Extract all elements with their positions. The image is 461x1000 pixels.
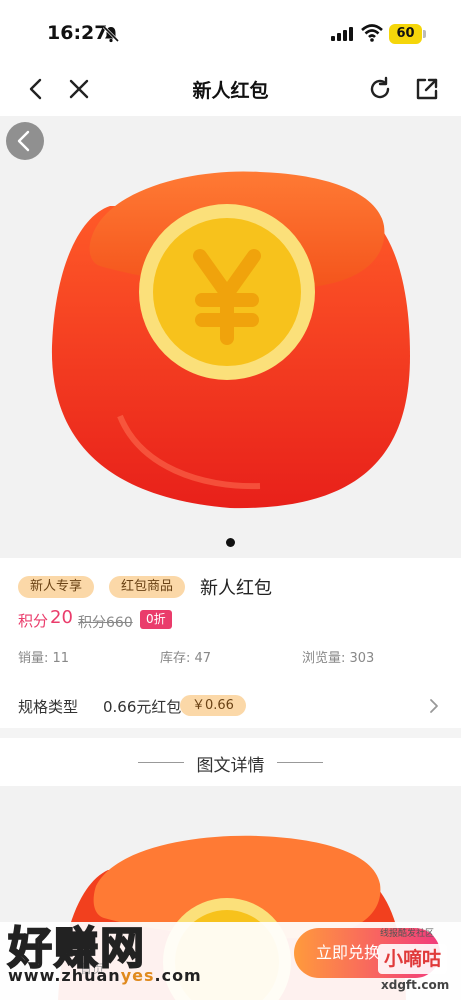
status-bar: 16:27 60: [0, 0, 461, 62]
nav-bar: 新人红包: [0, 62, 461, 116]
product-image-carousel[interactable]: [0, 116, 461, 558]
watermark-url-right: xdgft.com: [381, 978, 450, 992]
spec-row[interactable]: 规格类型 0.66元红包 ￥0.66: [0, 682, 461, 728]
status-time: 16:27: [47, 22, 108, 44]
red-envelope-illustration: [51, 171, 411, 509]
price-label: 积分: [18, 612, 49, 630]
chevron-right-icon: [430, 699, 438, 713]
spec-label: 规格类型: [18, 698, 79, 716]
spec-price-badge: ￥0.66: [180, 695, 246, 716]
signal-icon: [331, 27, 353, 41]
spec-value: 0.66元红包: [103, 698, 182, 716]
sales-count: 销量: 11: [18, 651, 70, 666]
details-title: 图文详情: [196, 756, 265, 776]
bell-slash-icon: [102, 25, 120, 43]
tag-red-packet: 红包商品: [109, 576, 186, 598]
battery-icon: 60: [389, 24, 422, 44]
views-count: 浏览量: 303: [302, 651, 375, 666]
price-value: 20: [50, 607, 73, 628]
carousel-dot[interactable]: [226, 538, 235, 547]
battery-tip: [423, 30, 426, 38]
refresh-icon[interactable]: [366, 75, 394, 103]
tag-new-user: 新人专享: [18, 576, 95, 598]
original-price: 积分660: [78, 615, 133, 631]
details-header: 图文详情: [0, 738, 461, 786]
watermark-logo-right: 小嘀咕: [378, 944, 448, 974]
watermark-caption-right: 线报酷发社区: [380, 929, 435, 939]
product-title: 新人红包: [200, 578, 272, 599]
watermark-url-part-b: yes: [120, 966, 155, 985]
stock-count: 库存: 47: [160, 651, 212, 666]
divider-right: [277, 762, 323, 763]
image-back-icon[interactable]: [6, 122, 44, 160]
watermark-url-part-c: .com: [154, 966, 202, 985]
product-info: 新人专享 红包商品 新人红包 积分 20 积分660 0折 销量: 11 库存:…: [0, 558, 461, 728]
watermark-url-left: www.zhuanyes.com: [8, 966, 202, 985]
share-icon[interactable]: [413, 75, 441, 103]
watermark-url-part-a: www.zhuan: [8, 966, 121, 985]
discount-badge: 0折: [140, 610, 172, 629]
wifi-icon: [361, 24, 383, 42]
